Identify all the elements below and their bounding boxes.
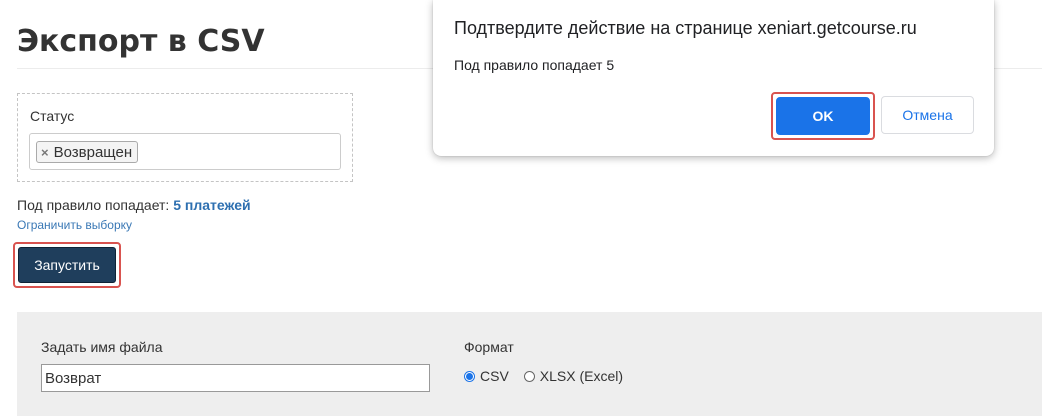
- limit-selection-link[interactable]: Ограничить выборку: [17, 218, 132, 232]
- page: Экспорт в CSV Статус × Возвращен Под пра…: [0, 0, 1042, 416]
- dialog-message: Под правило попадает 5: [454, 57, 615, 73]
- match-summary: Под правило попадает: 5 платежей: [17, 197, 251, 213]
- format-label: Формат: [464, 339, 514, 355]
- dialog-title: Подтвердите действие на странице xeniart…: [454, 18, 917, 38]
- export-options-panel: Задать имя файла Формат CSV XLSX (Excel): [17, 312, 1042, 416]
- csv-radio[interactable]: [464, 370, 475, 382]
- page-title: Экспорт в CSV: [17, 24, 265, 59]
- status-filter-box: Статус × Возвращен: [17, 93, 353, 182]
- xlsx-label: XLSX (Excel): [539, 368, 624, 384]
- format-option-xlsx[interactable]: XLSX (Excel): [523, 368, 624, 384]
- xlsx-radio[interactable]: [523, 370, 535, 382]
- format-radio-group: CSV XLSX (Excel): [464, 368, 638, 384]
- cancel-button[interactable]: Отмена: [881, 96, 974, 134]
- run-button[interactable]: Запустить: [18, 247, 116, 283]
- status-filter-label: Статус: [30, 108, 75, 124]
- ok-button[interactable]: OK: [776, 97, 870, 135]
- status-tag-label: Возвращен: [53, 143, 133, 161]
- match-prefix: Под правило попадает:: [17, 197, 170, 213]
- csv-label: CSV: [480, 368, 509, 384]
- confirm-dialog: Подтвердите действие на странице xeniart…: [433, 0, 994, 156]
- format-option-csv[interactable]: CSV: [464, 368, 509, 384]
- match-count-link[interactable]: 5 платежей: [173, 197, 250, 213]
- status-tag: × Возвращен: [36, 141, 139, 163]
- status-tag-input[interactable]: × Возвращен: [29, 133, 341, 170]
- filename-label: Задать имя файла: [41, 339, 163, 355]
- filename-input[interactable]: [41, 364, 430, 392]
- remove-tag-icon[interactable]: ×: [41, 145, 49, 160]
